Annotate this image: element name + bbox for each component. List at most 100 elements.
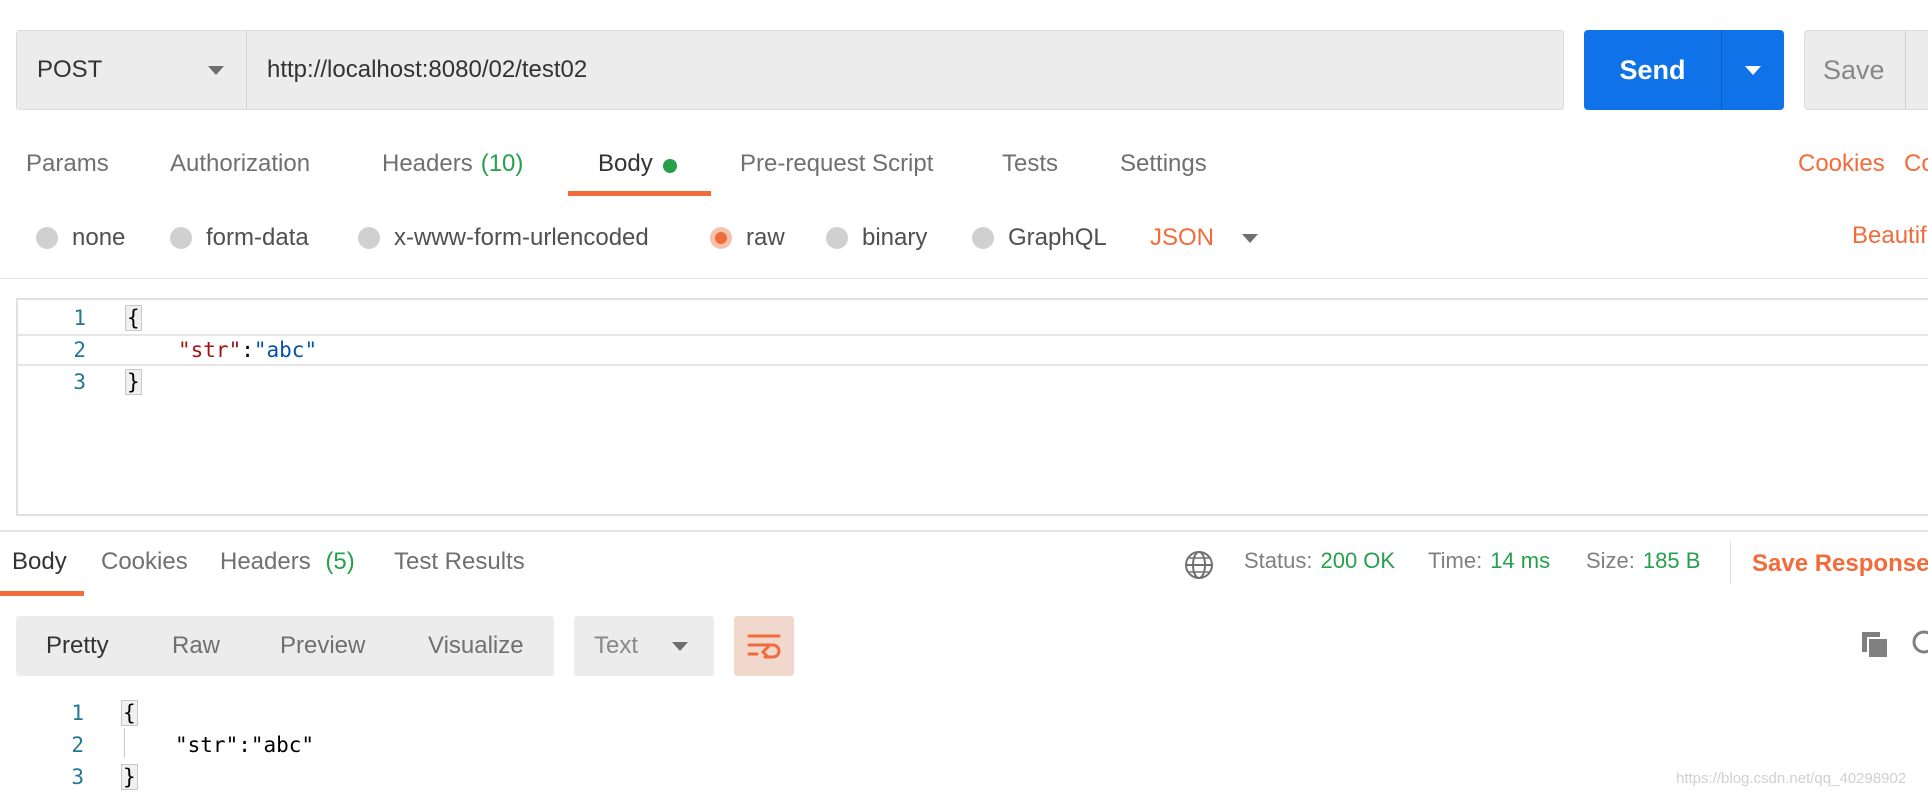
response-tab-cookies[interactable]: Cookies bbox=[101, 544, 188, 576]
size-value: 185 B bbox=[1642, 548, 1701, 573]
radio-label: none bbox=[72, 224, 126, 251]
brace-open: { bbox=[125, 305, 142, 331]
tab-label: Params bbox=[26, 150, 109, 177]
body-indicator-dot bbox=[662, 159, 677, 173]
view-pretty[interactable]: Pretty bbox=[46, 616, 109, 676]
response-format-dropdown[interactable]: Text bbox=[574, 616, 714, 676]
code-text: } bbox=[121, 764, 138, 790]
save-label: Save bbox=[1823, 54, 1885, 85]
wrap-lines-button[interactable] bbox=[734, 616, 794, 676]
response-tab-headers[interactable]: Headers (5) bbox=[220, 544, 355, 576]
copy-icon[interactable] bbox=[1860, 630, 1890, 660]
active-response-tab-indicator bbox=[0, 591, 84, 596]
view-preview[interactable]: Preview bbox=[280, 616, 365, 676]
wrap-lines-icon bbox=[747, 634, 781, 659]
response-size: Size: 185 B bbox=[1586, 548, 1700, 574]
tab-authorization[interactable]: Authorization bbox=[170, 140, 310, 196]
radio-graphql[interactable]: GraphQL bbox=[972, 216, 1107, 260]
method-select[interactable]: POST bbox=[17, 31, 247, 109]
url-input[interactable]: http://localhost:8080/02/test02 bbox=[247, 31, 1563, 109]
save-divider bbox=[1905, 31, 1906, 109]
request-tabs: Params Authorization Headers (10) Body P… bbox=[0, 140, 1928, 196]
time-value: 14 ms bbox=[1490, 548, 1551, 573]
response-tab-test-results[interactable]: Test Results bbox=[394, 544, 525, 576]
divider bbox=[1730, 542, 1731, 584]
chevron-down-icon bbox=[208, 65, 224, 75]
status-label: Status: bbox=[1244, 548, 1313, 573]
json-colon: : bbox=[241, 338, 254, 362]
divider bbox=[0, 278, 1928, 279]
radio-label: GraphQL bbox=[1008, 224, 1107, 251]
size-label: Size: bbox=[1586, 548, 1635, 573]
request-body-editor[interactable]: 1 { 2 "str":"abc" 3 } bbox=[16, 298, 1928, 516]
save-response-button[interactable]: Save Response bbox=[1752, 550, 1928, 578]
format-dropdown[interactable]: JSON bbox=[1150, 216, 1259, 260]
send-options-button[interactable] bbox=[1722, 30, 1784, 110]
save-button[interactable]: Save bbox=[1804, 30, 1928, 110]
search-icon[interactable] bbox=[1910, 628, 1928, 658]
request-bar: POST http://localhost:8080/02/test02 bbox=[16, 30, 1564, 110]
chevron-down-icon bbox=[1242, 233, 1259, 243]
brace-open: { bbox=[121, 700, 138, 726]
method-label: POST bbox=[37, 56, 103, 83]
radio-circle bbox=[358, 227, 380, 249]
radio-form-data[interactable]: form-data bbox=[170, 216, 309, 260]
radio-circle bbox=[170, 227, 192, 249]
tab-label: Settings bbox=[1120, 150, 1207, 177]
send-label: Send bbox=[1584, 30, 1722, 110]
time-label: Time: bbox=[1428, 548, 1483, 573]
headers-count: (10) bbox=[480, 150, 524, 177]
radio-binary[interactable]: binary bbox=[826, 216, 927, 260]
tab-params[interactable]: Params bbox=[26, 140, 109, 196]
json-key: "str" bbox=[178, 338, 242, 362]
code-link[interactable]: Co bbox=[1904, 150, 1928, 178]
beautify-link[interactable]: Beautif bbox=[1852, 222, 1927, 250]
cookies-link[interactable]: Cookies bbox=[1798, 150, 1885, 178]
radio-circle-selected bbox=[710, 227, 732, 249]
tab-settings[interactable]: Settings bbox=[1120, 140, 1207, 196]
radio-raw[interactable]: raw bbox=[710, 216, 785, 260]
tab-tests[interactable]: Tests bbox=[1002, 140, 1058, 196]
chevron-down-icon bbox=[672, 641, 688, 651]
code-text: { bbox=[125, 305, 142, 331]
watermark: https://blog.csdn.net/qq_40298902 bbox=[1676, 770, 1907, 787]
tab-body[interactable]: Body bbox=[598, 140, 677, 196]
view-raw[interactable]: Raw bbox=[172, 616, 220, 676]
response-time: Time: 14 ms bbox=[1428, 548, 1550, 574]
globe-icon[interactable] bbox=[1184, 550, 1214, 580]
tab-headers[interactable]: Headers (10) bbox=[382, 140, 523, 196]
radio-label: raw bbox=[746, 224, 785, 251]
format-label: Text bbox=[594, 632, 639, 659]
line-number: 2 bbox=[71, 733, 84, 757]
tab-label: Headers bbox=[382, 150, 473, 177]
radio-circle bbox=[972, 227, 994, 249]
response-tab-body[interactable]: Body bbox=[12, 544, 67, 576]
radio-label: form-data bbox=[206, 224, 309, 251]
tab-label: Test Results bbox=[394, 548, 525, 575]
code-line: 3 } bbox=[16, 761, 1916, 793]
code-line: 1 { bbox=[18, 302, 1928, 334]
radio-x-www-form-urlencoded[interactable]: x-www-form-urlencoded bbox=[358, 216, 649, 260]
chevron-down-icon bbox=[1745, 65, 1761, 75]
code-line: 2 "str":"abc" bbox=[16, 729, 1916, 761]
radio-none[interactable]: none bbox=[36, 216, 125, 260]
line-number: 1 bbox=[71, 701, 84, 725]
status-value: 200 OK bbox=[1320, 548, 1396, 573]
code-line: 3 } bbox=[18, 366, 1928, 398]
code-line: 1 { bbox=[16, 697, 1916, 729]
view-mode-group: Pretty Raw Preview Visualize bbox=[16, 616, 554, 676]
format-label: JSON bbox=[1150, 224, 1215, 251]
view-visualize[interactable]: Visualize bbox=[428, 616, 524, 676]
headers-count: (5) bbox=[325, 548, 355, 575]
tab-label: Body bbox=[12, 548, 67, 575]
active-tab-indicator bbox=[568, 191, 711, 196]
radio-label: binary bbox=[862, 224, 928, 251]
send-button[interactable]: Send bbox=[1584, 30, 1784, 110]
code-line-current: 2 "str":"abc" bbox=[18, 334, 1928, 366]
radio-circle bbox=[826, 227, 848, 249]
tab-pre-request-script[interactable]: Pre-request Script bbox=[740, 140, 933, 196]
divider bbox=[0, 530, 1928, 532]
code-text: "str":"abc" bbox=[175, 733, 315, 757]
radio-label: x-www-form-urlencoded bbox=[394, 224, 649, 251]
code-text: { bbox=[121, 700, 138, 726]
